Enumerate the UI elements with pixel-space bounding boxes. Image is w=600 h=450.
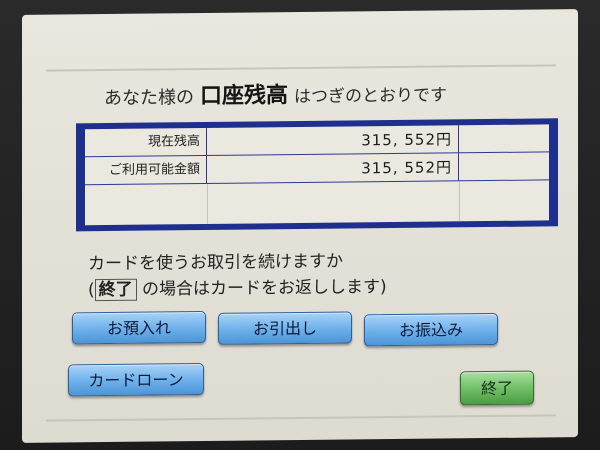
balance-table: 現在残高 315, 552円 ご利用可能金額 315, 552円	[76, 118, 558, 232]
top-divider	[46, 64, 556, 72]
table-column-divider	[459, 181, 460, 222]
prompt-line2-rest: の場合はカードをお返しします)	[136, 277, 387, 300]
title-prefix: あなた様の	[104, 87, 194, 110]
title-suffix: はつぎのとおりです	[294, 85, 448, 108]
balance-table-body: 現在残高 315, 552円 ご利用可能金額 315, 552円	[85, 124, 549, 226]
table-cell-empty	[459, 152, 549, 180]
card-loan-button[interactable]: カードローン	[68, 363, 204, 397]
current-balance-label: 現在残高	[85, 127, 207, 157]
deposit-button[interactable]: お預入れ	[72, 310, 206, 345]
current-balance-value: 315, 552円	[207, 125, 459, 155]
title-main: 口座残高	[200, 83, 289, 110]
atm-screen: あなた様の 口座残高 はつぎのとおりです 現在残高 315, 552円 ご利用可能金…	[22, 9, 578, 443]
table-cell-empty	[459, 124, 549, 152]
prompt-paren-open: (	[88, 280, 95, 301]
available-amount-value: 315, 552円	[207, 153, 459, 183]
table-row-available-amount: ご利用可能金額 315, 552円	[85, 152, 549, 186]
continue-prompt-line2: (終了 の場合はカードをお返しします)	[88, 274, 387, 303]
withdraw-button[interactable]: お引出し	[218, 311, 352, 345]
page-title: あなた様の 口座残高 はつぎのとおりです	[104, 75, 447, 111]
available-amount-label: ご利用可能金額	[85, 155, 207, 185]
continue-prompt: カードを使うお取引を続けますか (終了 の場合はカードをお返しします)	[88, 248, 387, 303]
continue-prompt-line1: カードを使うお取引を続けますか	[88, 251, 343, 275]
table-column-divider	[207, 183, 208, 224]
prompt-finish-key: 終了	[94, 278, 137, 302]
transfer-button[interactable]: お振込み	[364, 312, 498, 347]
finish-button[interactable]: 終了	[460, 370, 534, 406]
bottom-divider	[46, 414, 556, 422]
